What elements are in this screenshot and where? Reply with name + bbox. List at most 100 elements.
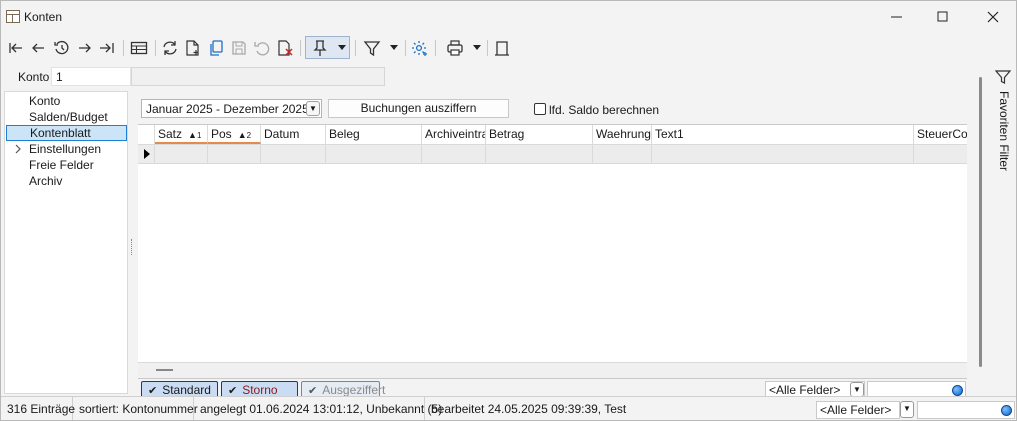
scrollbar-thumb[interactable]: [979, 77, 982, 367]
column-header-satz[interactable]: Satz ▲1: [155, 125, 208, 144]
new-document-button[interactable]: [183, 37, 203, 59]
cell-pos[interactable]: [208, 145, 261, 164]
history-button[interactable]: [52, 37, 72, 59]
sort-asc-icon: ▲1: [188, 130, 202, 140]
column-header-text1[interactable]: Text1: [652, 125, 914, 144]
back-icon: [32, 43, 44, 53]
cell-text1[interactable]: [652, 145, 914, 164]
chevron-down-icon[interactable]: ▼: [850, 382, 864, 397]
save-button[interactable]: [229, 37, 249, 59]
last-record-button[interactable]: [97, 37, 117, 59]
chevron-down-icon[interactable]: ▼: [306, 101, 320, 116]
maximize-button[interactable]: [920, 1, 966, 33]
lfd-saldo-checkbox[interactable]: [534, 103, 546, 115]
lfd-saldo-label: lfd. Saldo berechnen: [549, 103, 660, 117]
cell-satz[interactable]: [155, 145, 208, 164]
print-dropdown-button[interactable]: [471, 37, 483, 59]
cell-waehrung[interactable]: [593, 145, 652, 164]
close-button[interactable]: [970, 1, 1016, 33]
column-header-pos[interactable]: Pos ▲2: [208, 125, 261, 144]
settings-button[interactable]: [410, 37, 430, 59]
nav-item-label: Salden/Budget: [29, 110, 108, 124]
nav-item-label: Archiv: [29, 174, 63, 188]
app-table-icon: [6, 10, 20, 23]
maximize-icon: [937, 11, 948, 22]
nav-item-archiv[interactable]: Archiv: [5, 173, 127, 189]
panel-splitter[interactable]: [131, 239, 134, 255]
forward-button[interactable]: [76, 37, 94, 59]
table-view-button[interactable]: [129, 37, 149, 59]
cell-beleg[interactable]: [326, 145, 422, 164]
new-record-row[interactable]: [138, 144, 967, 164]
column-header-waehrung[interactable]: Waehrung: [593, 125, 652, 144]
delete-button[interactable]: [275, 37, 295, 59]
minimize-button[interactable]: [874, 1, 920, 33]
undo-icon: [254, 42, 270, 56]
nav-item-salden-budget[interactable]: Salden/Budget: [5, 109, 127, 125]
forward-icon: [79, 43, 91, 53]
first-record-button[interactable]: [7, 37, 25, 59]
status-filter-input[interactable]: [917, 401, 1015, 419]
column-header-betrag[interactable]: Betrag: [486, 125, 593, 144]
nav-item-konto[interactable]: Konto: [5, 93, 127, 109]
chevron-down-icon: [338, 45, 346, 50]
pin-icon: [313, 40, 327, 56]
column-header-archiveintrae[interactable]: Archiveintrae: [422, 125, 486, 144]
pin-button[interactable]: [309, 37, 331, 59]
pin-dropdown-button[interactable]: [336, 37, 348, 59]
vertical-scrollbar[interactable]: [979, 67, 984, 377]
period-value: Januar 2025 - Dezember 2025: [146, 102, 309, 116]
filter-button[interactable]: [361, 37, 383, 59]
nav-item-label: Einstellungen: [29, 142, 102, 156]
favoriten-filter-label: Favoriten Filter: [997, 91, 1011, 172]
column-header-steuercod[interactable]: SteuerCod: [914, 125, 967, 144]
section-nav-tree: Konto Salden/Budget Kontenblatt Einstell…: [4, 91, 128, 394]
copy-icon: [210, 40, 223, 56]
last-icon: [100, 43, 114, 53]
status-edited: bearbeitet 24.05.2025 09:39:39, Test: [431, 402, 627, 416]
nav-item-einstellungen[interactable]: Einstellungen: [5, 141, 127, 157]
globe-icon[interactable]: [1001, 405, 1012, 416]
close-icon: [987, 11, 999, 23]
refresh-icon: [163, 41, 177, 55]
cell-archiveintrae[interactable]: [422, 145, 486, 164]
konto-input[interactable]: 1: [51, 67, 131, 86]
konto-label: Konto: [18, 70, 50, 84]
sort-asc-icon: ▲2: [237, 130, 252, 140]
save-icon: [232, 41, 246, 55]
column-header-datum[interactable]: Datum: [261, 125, 326, 144]
nav-item-freie-felder[interactable]: Freie Felder: [5, 157, 127, 173]
cell-datum[interactable]: [261, 145, 326, 164]
undo-button[interactable]: [252, 37, 272, 59]
history-icon: [54, 40, 69, 55]
print-button[interactable]: [444, 37, 466, 59]
status-record-count: 316 Einträge: [1, 397, 75, 420]
layout-button[interactable]: [492, 37, 512, 59]
delete-icon: [278, 40, 293, 56]
chevron-down-icon: [473, 45, 481, 50]
chevron-down-icon: [390, 45, 398, 50]
status-filter-field-select[interactable]: <Alle Felder>: [816, 401, 900, 419]
copy-button[interactable]: [206, 37, 226, 59]
filter-dropdown-button[interactable]: [388, 37, 400, 59]
grid-scrollbar-area[interactable]: [138, 362, 967, 378]
chevron-down-icon[interactable]: ▼: [900, 401, 914, 418]
status-sort: sortiert: Kontonummer: [73, 397, 198, 420]
toolbar: [1, 34, 1016, 62]
filter-tab-bar: ✔ Standard ✔ Storno ✔ Ausgeziffert <Alle Fe…: [138, 378, 967, 398]
column-header-beleg[interactable]: Beleg: [326, 125, 422, 144]
first-icon: [9, 43, 22, 53]
nav-item-label: Freie Felder: [29, 158, 94, 172]
period-select[interactable]: Januar 2025 - Dezember 2025 ▼: [141, 99, 322, 118]
settings-icon: [412, 41, 427, 56]
nav-item-label: Konto: [29, 94, 61, 108]
buchungen-ausziffern-button[interactable]: Buchungen ausziffern: [328, 99, 509, 118]
back-button[interactable]: [29, 37, 47, 59]
window-title: Konten: [24, 10, 63, 24]
nav-item-label: Kontenblatt: [30, 126, 91, 140]
print-icon: [447, 40, 463, 56]
refresh-button[interactable]: [160, 37, 180, 59]
cell-betrag[interactable]: [486, 145, 593, 164]
nav-item-kontenblatt[interactable]: Kontenblatt: [6, 125, 127, 141]
globe-icon[interactable]: [952, 385, 963, 396]
